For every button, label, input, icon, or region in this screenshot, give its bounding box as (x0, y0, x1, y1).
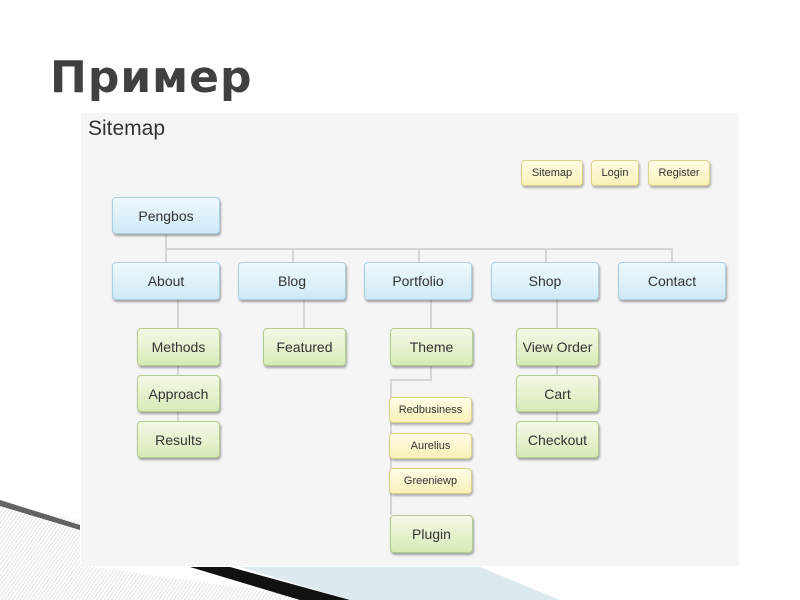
node-blog[interactable]: Blog (238, 262, 346, 300)
node-redbusiness[interactable]: Redbusiness (389, 397, 472, 423)
connector (292, 248, 294, 262)
node-plugin[interactable]: Plugin (390, 515, 473, 553)
sitemap-title: Sitemap (88, 117, 166, 140)
hatch-stripe (0, 505, 80, 600)
connector (430, 300, 432, 328)
connector (303, 300, 305, 328)
utility-sitemap-button[interactable]: Sitemap (521, 160, 583, 186)
node-theme[interactable]: Theme (390, 328, 473, 366)
connector (671, 248, 673, 262)
connector (545, 248, 547, 262)
node-view-order[interactable]: View Order (516, 328, 599, 366)
connector (418, 248, 420, 262)
connector (430, 366, 432, 380)
node-about[interactable]: About (112, 262, 220, 300)
node-contact[interactable]: Contact (618, 262, 726, 300)
node-methods[interactable]: Methods (137, 328, 220, 366)
node-greeniewp[interactable]: Greeniewp (389, 468, 472, 494)
node-aurelius[interactable]: Aurelius (389, 433, 472, 459)
node-cart[interactable]: Cart (516, 375, 599, 412)
node-results[interactable]: Results (137, 421, 220, 458)
node-portfolio[interactable]: Portfolio (364, 262, 472, 300)
node-checkout[interactable]: Checkout (516, 421, 599, 458)
sitemap-panel: Sitemap Sitemap Login Register Pengbos A… (81, 113, 739, 566)
utility-register-button[interactable]: Register (648, 160, 710, 186)
slide-title: Пример (50, 52, 253, 103)
node-featured[interactable]: Featured (263, 328, 346, 366)
node-approach[interactable]: Approach (137, 375, 220, 412)
node-shop[interactable]: Shop (491, 262, 599, 300)
utility-login-button[interactable]: Login (591, 160, 639, 186)
node-root[interactable]: Pengbos (112, 197, 220, 234)
connector (390, 379, 432, 381)
